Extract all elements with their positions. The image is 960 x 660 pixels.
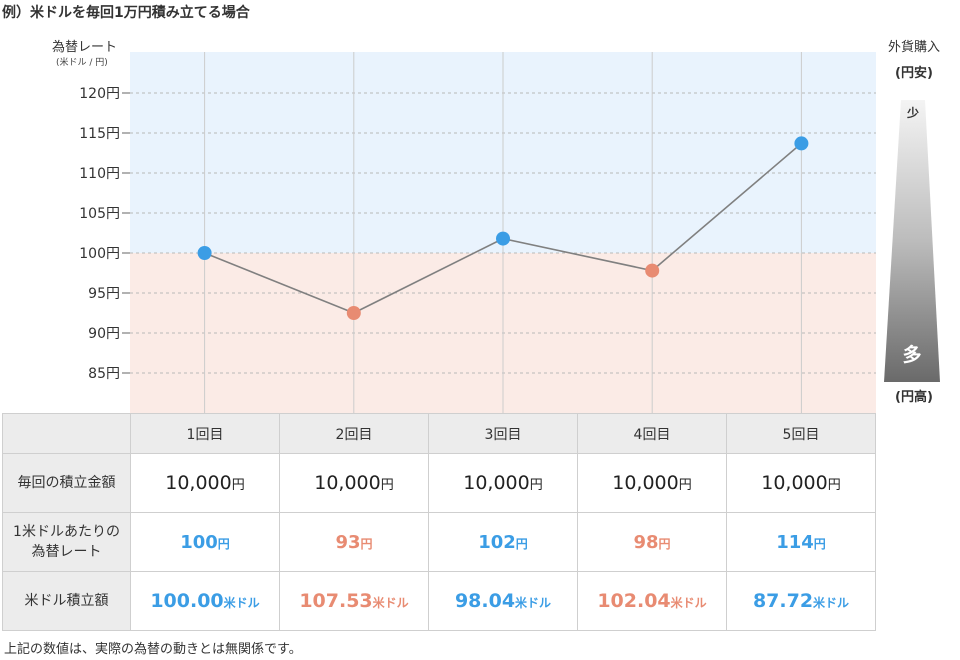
purchase-more-label: 多 xyxy=(902,343,921,366)
usd-cell-3: 98.04米ドル xyxy=(454,590,552,612)
usd-cell-5: 87.72米ドル xyxy=(752,590,850,612)
amount-cell-1: 10,000円 xyxy=(165,472,245,494)
amount-cell-2: 10,000円 xyxy=(314,472,394,494)
y-tick-label: 120円 xyxy=(79,86,120,102)
rate-cell-4: 98円 xyxy=(633,531,671,553)
rate-point-5 xyxy=(794,136,809,151)
y-tick-label: 90円 xyxy=(88,326,120,342)
col-header-3: 3回目 xyxy=(428,413,578,454)
rate-line-chart: 85円 90円 95円 100円 105円 110円 115円 120円 少 多 xyxy=(79,52,940,413)
y-tick-label: 110円 xyxy=(79,166,120,182)
rate-cell-1: 100円 xyxy=(180,531,230,553)
col-header-5: 5回目 xyxy=(726,413,876,454)
col-header-1: 1回目 xyxy=(130,413,280,454)
table-row-amount: 毎回の積立金額 10,000円 10,000円 10,000円 10,000円 … xyxy=(2,453,876,513)
y-tick-label: 100円 xyxy=(79,246,120,262)
purchase-table: 1回目 2回目 3回目 4回目 5回目 毎回の積立金額 10,000円 10,0… xyxy=(2,413,876,631)
rate-point-3 xyxy=(496,231,510,246)
usd-cell-1: 100.00米ドル xyxy=(150,590,260,612)
purchase-less-label: 少 xyxy=(906,105,919,120)
amount-cell-4: 10,000円 xyxy=(612,472,692,494)
rate-cell-5: 114円 xyxy=(776,531,826,553)
rate-point-1 xyxy=(197,246,212,260)
rate-point-4 xyxy=(645,263,660,278)
rate-cell-3: 102円 xyxy=(478,531,528,553)
usd-cell-2: 107.53米ドル xyxy=(299,590,409,612)
amount-cell-3: 10,000円 xyxy=(463,472,543,494)
usd-cell-4: 102.04米ドル xyxy=(597,590,707,612)
table-row-rate: 1米ドルあたりの 為替レート 100円 93円 102円 98円 114円 xyxy=(2,512,876,572)
row-label-amount: 毎回の積立金額 xyxy=(2,453,131,513)
rate-cell-2: 93円 xyxy=(335,531,373,553)
y-tick-label: 105円 xyxy=(79,206,120,222)
row-label-rate: 1米ドルあたりの 為替レート xyxy=(2,512,131,572)
col-header-2: 2回目 xyxy=(279,413,429,454)
purchase-amount-wedge xyxy=(884,100,940,382)
footnote: 上記の数値は、実際の為替の動きとは無関係です。 xyxy=(4,642,302,657)
col-header-4: 4回目 xyxy=(577,413,727,454)
table-row-usd: 米ドル積立額 100.00米ドル 107.53米ドル 98.04米ドル 102.… xyxy=(2,571,876,631)
table-corner xyxy=(2,413,131,454)
amount-cell-5: 10,000円 xyxy=(761,472,841,494)
y-tick-label: 115円 xyxy=(79,126,120,142)
rate-point-2 xyxy=(346,306,361,320)
y-tick-label: 85円 xyxy=(88,366,120,382)
y-tick-label: 95円 xyxy=(88,286,120,302)
row-label-usd: 米ドル積立額 xyxy=(2,571,131,631)
